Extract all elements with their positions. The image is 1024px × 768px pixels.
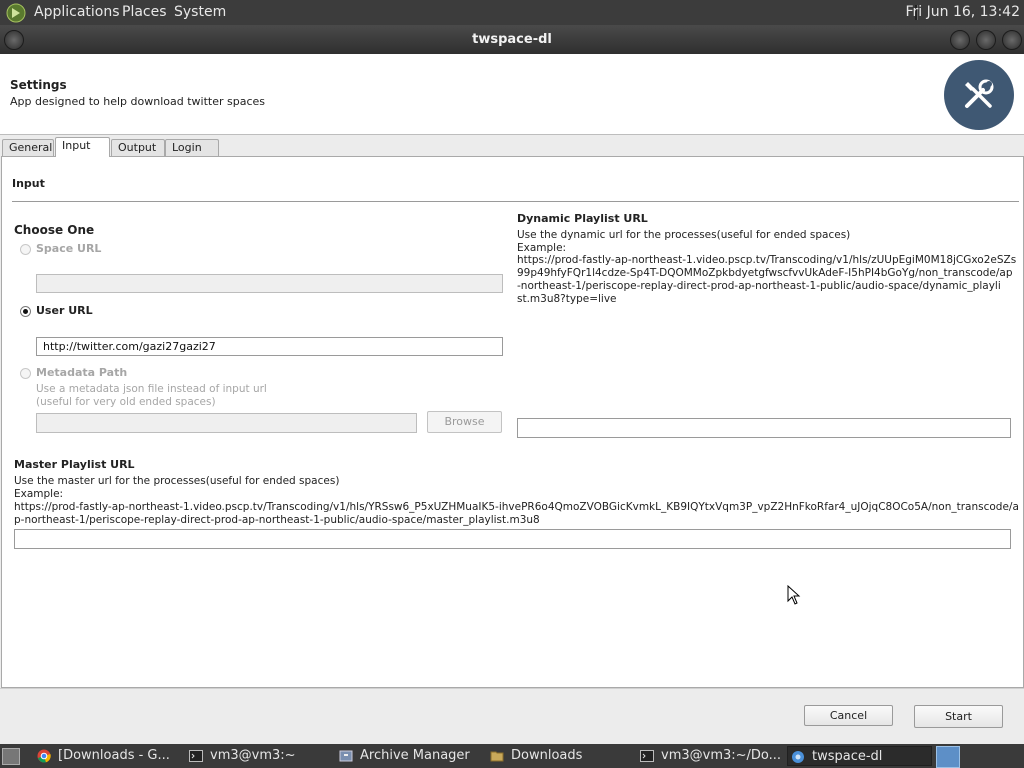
user-url-input[interactable]: http://twitter.com/gazi27gazi27	[36, 337, 503, 356]
dynamic-playlist-input[interactable]	[517, 418, 1011, 438]
menu-system[interactable]: System	[174, 4, 226, 20]
dynamic-example-line: st.m3u8?type=live	[517, 293, 617, 305]
metadata-desc: Use a metadata json file instead of inpu…	[36, 383, 267, 395]
user-url-radio[interactable]	[20, 306, 31, 317]
show-desktop-icon[interactable]	[2, 748, 20, 765]
taskbar: [Downloads - G... vm3@vm3:~ Archive Mana…	[0, 744, 1024, 768]
browse-button[interactable]: Browse	[427, 411, 502, 433]
task-chrome-downloads[interactable]: [Downloads - G...	[34, 746, 180, 766]
metadata-desc-note: (useful for very old ended spaces)	[36, 396, 216, 408]
minimize-button[interactable]	[950, 30, 970, 50]
task-terminal-1[interactable]: vm3@vm3:~	[186, 746, 326, 766]
tab-login[interactable]: Login	[165, 139, 219, 156]
master-playlist-title: Master Playlist URL	[14, 458, 135, 471]
archive-icon	[339, 750, 353, 762]
workspace-switcher[interactable]	[936, 746, 960, 768]
task-label: Archive Manager	[360, 748, 470, 763]
dynamic-playlist-desc: Use the dynamic url for the processes(us…	[517, 229, 851, 241]
terminal-icon	[640, 750, 654, 762]
dynamic-example-line: https://prod-fastly-ap-northeast-1.video…	[517, 254, 1017, 266]
app-icon	[792, 751, 804, 763]
header-subtitle: App designed to help download twitter sp…	[10, 95, 266, 108]
chrome-icon	[37, 749, 51, 763]
mouse-cursor-icon	[787, 585, 801, 605]
dynamic-example-line: -northeast-1/periscope-replay-direct-pro…	[517, 280, 1001, 292]
task-label: twspace-dl	[812, 749, 883, 764]
footer-divider	[0, 688, 1024, 689]
user-url-label: User URL	[36, 304, 93, 317]
task-label: vm3@vm3:~/Do...	[661, 748, 782, 763]
task-archive-manager[interactable]: Archive Manager	[336, 746, 481, 766]
cancel-button[interactable]: Cancel	[804, 705, 893, 726]
master-example-line: p-northeast-1/periscope-replay-direct-pr…	[14, 514, 540, 526]
master-playlist-input[interactable]	[14, 529, 1011, 549]
tab-input[interactable]: Input	[55, 137, 110, 157]
tab-panel-input: Input Choose One Space URL User URL http…	[1, 156, 1024, 688]
window-titlebar[interactable]: twspace-dl	[0, 25, 1024, 54]
section-title: Input	[12, 177, 45, 190]
space-url-input[interactable]	[36, 274, 503, 293]
start-button[interactable]: Start	[914, 705, 1003, 728]
settings-header: Settings App designed to help download t…	[0, 54, 1024, 135]
master-playlist-desc: Use the master url for the processes(use…	[14, 475, 340, 487]
tools-icon	[944, 60, 1014, 130]
space-url-label: Space URL	[36, 242, 102, 255]
space-url-radio[interactable]	[20, 244, 31, 255]
choose-one-label: Choose One	[14, 223, 95, 237]
folder-icon	[490, 751, 504, 762]
header-title: Settings	[10, 78, 67, 92]
app-window: Settings App designed to help download t…	[0, 54, 1024, 744]
tab-output[interactable]: Output	[111, 139, 165, 156]
distro-logo-icon[interactable]	[6, 3, 26, 23]
maximize-button[interactable]	[976, 30, 996, 50]
metadata-path-label: Metadata Path	[36, 366, 128, 379]
master-example-label: Example:	[14, 488, 64, 500]
metadata-path-radio[interactable]	[20, 368, 31, 379]
task-label: vm3@vm3:~	[210, 748, 296, 763]
clock[interactable]: Fri Jun 16, 13:42	[905, 4, 1020, 20]
tab-general[interactable]: General	[2, 139, 54, 156]
metadata-path-input[interactable]	[36, 413, 417, 433]
task-downloads-folder[interactable]: Downloads	[487, 746, 627, 766]
task-label: [Downloads - G...	[58, 748, 170, 763]
window-title: twspace-dl	[472, 32, 552, 47]
section-divider	[12, 201, 1019, 202]
dynamic-playlist-title: Dynamic Playlist URL	[517, 212, 648, 225]
menu-applications[interactable]: Applications	[34, 4, 120, 20]
terminal-icon	[189, 750, 203, 762]
menu-places[interactable]: Places	[122, 4, 167, 20]
dynamic-example-label: Example:	[517, 242, 567, 254]
close-button[interactable]	[1002, 30, 1022, 50]
top-panel: Applications Places System Fri Jun 16, 1…	[0, 0, 1024, 25]
task-twspace-dl[interactable]: twspace-dl	[787, 746, 932, 766]
master-example-line: https://prod-fastly-ap-northeast-1.video…	[14, 501, 1019, 513]
dynamic-example-line: 99p49hfyFQr1l4cdze-Sp4T-DQOMMoZpkbdyetgf…	[517, 267, 1013, 279]
task-label: Downloads	[511, 748, 583, 763]
task-terminal-2[interactable]: vm3@vm3:~/Do...	[637, 746, 782, 766]
